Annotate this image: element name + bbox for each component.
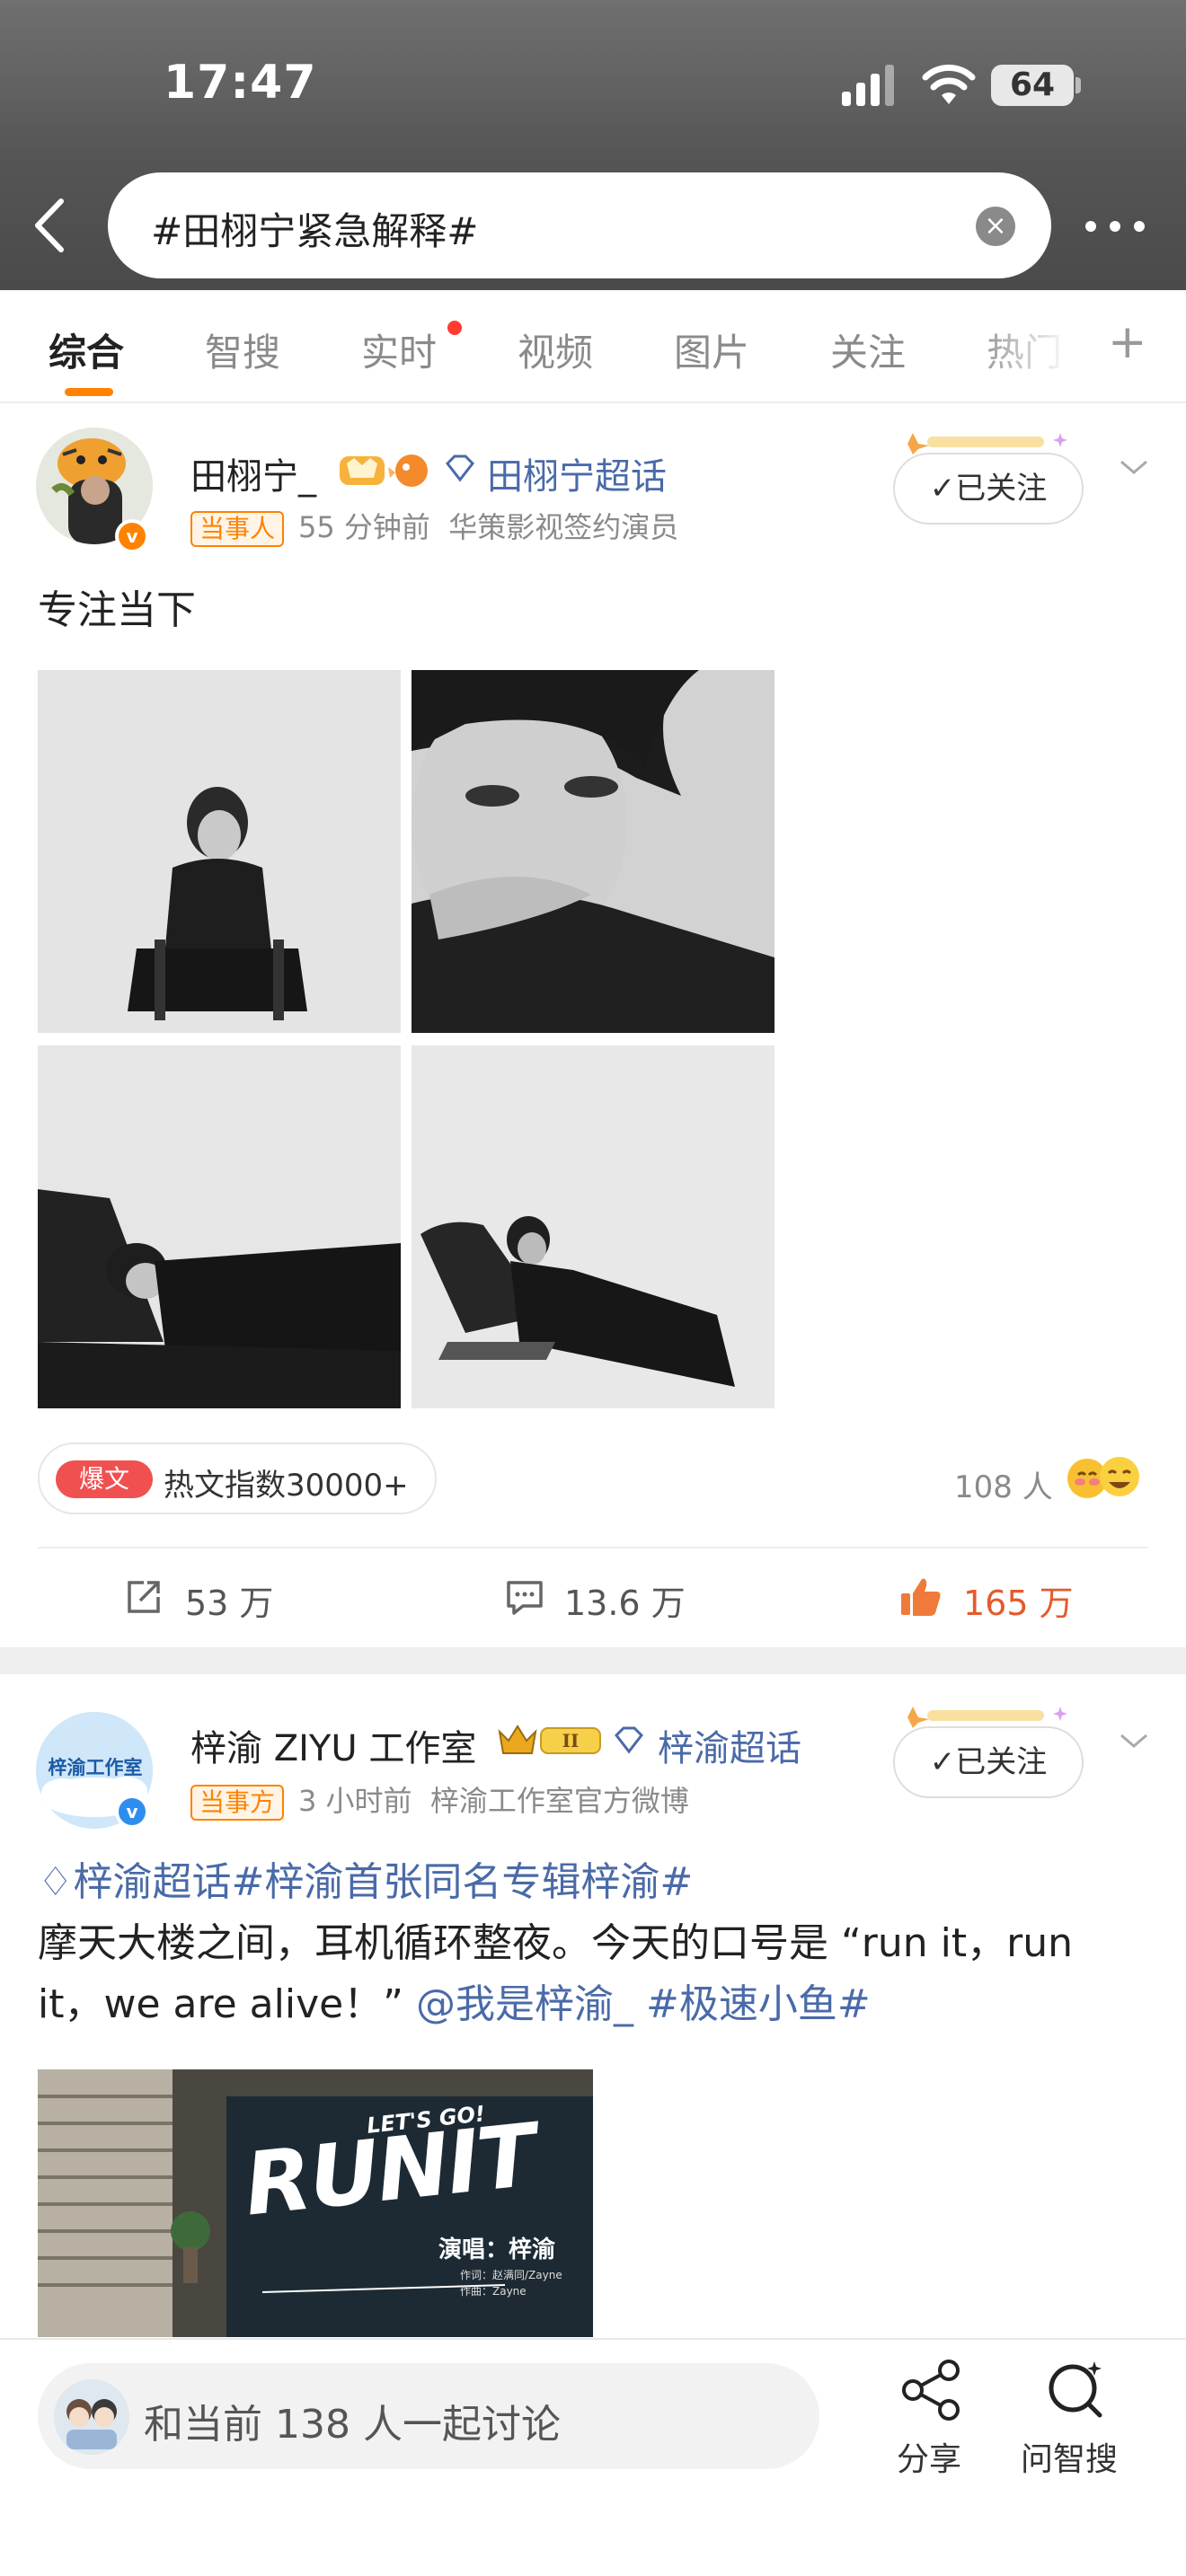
tab-bar: 综合 智搜 实时 视频 图片 关注 热门 + [0, 290, 1186, 403]
supertopic-link[interactable]: 田栩宁超话 [487, 447, 667, 499]
discussion-placeholder: 和当前 138 人一起讨论 [144, 2402, 561, 2448]
discussion-input[interactable]: 和当前 138 人一起讨论 [38, 2363, 819, 2469]
clear-icon[interactable]: × [976, 207, 1015, 246]
text-line-2: 摩天大楼之间，耳机循环整夜。今天的口号是 “run it，run [38, 1920, 1073, 1966]
follow-decoration-icon [907, 433, 1067, 454]
membership-badge-icon [340, 454, 428, 487]
repost-icon [128, 1581, 160, 1613]
reaction-emoji-icon[interactable] [1064, 1455, 1145, 1500]
role-tag: 当事人 [190, 511, 285, 547]
crown-badge-icon: II [498, 1725, 601, 1754]
diamond-icon [446, 454, 474, 482]
like-button[interactable]: 165 万 [898, 1570, 1132, 1624]
chevron-down-icon[interactable] [1118, 456, 1150, 478]
post-text: ♢梓渝超话#梓渝首张同名专辑梓渝# 摩天大楼之间，耳机循环整夜。今天的口号是 “… [38, 1852, 1152, 2035]
ai-search-icon [1049, 2361, 1102, 2418]
comment-button[interactable]: 13.6 万 [505, 1572, 774, 1623]
role-tag: 当事方 [190, 1785, 285, 1821]
thumbs-up-icon [901, 1578, 941, 1616]
header: 17:47 64 #田栩宁紧急解释# × [0, 0, 1186, 290]
mention-link[interactable]: @我是梓渝_ [416, 1981, 633, 2027]
post-time: 55 分钟前 [298, 510, 430, 544]
share-label: 分享 [897, 2441, 962, 2478]
search-input[interactable]: #田栩宁紧急解释# × [108, 172, 1051, 278]
verified-badge-icon: v [115, 1795, 149, 1829]
bottom-bar: 和当前 138 人一起讨论 分享 问智搜 [0, 2338, 1186, 2576]
post-meta: 当事人 55 分钟前 华策影视签约演员 [190, 505, 678, 547]
ask-ai-button[interactable]: 问智搜 [1021, 2358, 1137, 2483]
post-image-2[interactable] [412, 670, 774, 1033]
avatar-text: 梓渝工作室 [48, 1757, 143, 1778]
post-meta: 当事方 3 小时前 梓渝工作室官方微博 [190, 1778, 689, 1821]
topic-link[interactable]: 梓渝超话 [73, 1859, 231, 1905]
photo-closeup [412, 670, 774, 1033]
supertopic-link[interactable]: 梓渝超话 [658, 1719, 801, 1771]
follow-decoration-icon [907, 1707, 1067, 1728]
tab-fade [970, 290, 1096, 398]
post-source: 华策影视签约演员 [448, 510, 679, 544]
chevron-down-icon[interactable] [1118, 1730, 1150, 1751]
poster-singer: 演唱：梓渝 [438, 2236, 556, 2263]
tab-guanzhu[interactable]: 关注 [830, 322, 906, 377]
ask-ai-label: 问智搜 [1021, 2441, 1119, 2478]
post-separator [0, 1647, 1186, 1674]
photo-seated [38, 670, 401, 1033]
battery-cap [1075, 77, 1081, 93]
follow-button[interactable]: ✓已关注 [893, 1726, 1084, 1798]
text-line-3: it，we are alive！” @我是梓渝_ #极速小鱼# [38, 1974, 1152, 2035]
post-username[interactable]: 梓渝 ZIYU 工作室 [190, 1719, 476, 1771]
share-button[interactable]: 分享 [890, 2358, 970, 2483]
search-query: #田栩宁紧急解释# [151, 209, 479, 253]
add-tab-icon[interactable]: + [1108, 315, 1147, 369]
diamond-icon [615, 1726, 643, 1754]
post-image-4[interactable] [412, 1045, 774, 1408]
follow-label: 已关注 [955, 471, 1048, 507]
verified-badge-icon: v [115, 519, 149, 553]
tab-zonghe[interactable]: 综合 [49, 322, 124, 377]
photo-lounge-chair [412, 1045, 774, 1408]
post-source: 梓渝工作室官方微博 [429, 1784, 689, 1818]
text-line-1: ♢梓渝超话#梓渝首张同名专辑梓渝# [38, 1852, 1152, 1913]
svg-text:II: II [562, 1730, 580, 1751]
notification-dot [447, 321, 462, 335]
active-tab-indicator [65, 388, 113, 396]
photo-reclining [38, 1045, 401, 1408]
share-icon [902, 2360, 960, 2421]
tab-zhisou[interactable]: 智搜 [205, 322, 280, 377]
post-time: 3 小时前 [298, 1784, 412, 1818]
hashtag-link[interactable]: #极速小鱼# [633, 1981, 871, 2027]
post-image[interactable]: LET'S GO! RUNIT 演唱：梓渝 作词：赵满同/Zayne 作曲：Za… [38, 2069, 593, 2337]
hot-index-badge[interactable]: 爆文 热文指数30000+ [38, 1442, 437, 1514]
follow-label: 已关注 [955, 1744, 1048, 1780]
wifi-icon [922, 64, 976, 104]
post-image-1[interactable] [38, 670, 401, 1033]
post-image-3[interactable] [38, 1045, 401, 1408]
repost-button[interactable]: 53 万 [124, 1572, 394, 1623]
divider [38, 1547, 1148, 1548]
reaction-count: 108 人 [954, 1469, 1053, 1505]
diamond-inline-icon: ♢ [38, 1859, 74, 1905]
post-text: 专注当下 [38, 587, 196, 633]
battery-indicator: 64 [991, 65, 1074, 106]
text-segment: it，we are alive！” [38, 1981, 416, 2027]
hot-index-text: 热文指数30000+ [164, 1468, 409, 1504]
hot-post-badge: 爆文 [56, 1460, 153, 1498]
hashtag-link[interactable]: #梓渝首张同名专辑梓渝# [231, 1859, 693, 1905]
like-count: 165 万 [963, 1584, 1074, 1623]
comment-icon [507, 1581, 543, 1615]
participant-avatars-icon [54, 2379, 129, 2455]
poster-composer: 作曲：Zayne [460, 2285, 527, 2298]
signal-icon [842, 65, 894, 106]
poster-lyricist: 作词：赵满同/Zayne [460, 2269, 562, 2281]
tab-shishi[interactable]: 实时 [361, 322, 437, 377]
more-icon[interactable] [1084, 217, 1146, 235]
post-username[interactable]: 田栩宁_ [190, 447, 316, 499]
back-arrow-icon[interactable] [27, 194, 72, 257]
comment-count: 13.6 万 [564, 1584, 686, 1623]
follow-button[interactable]: ✓已关注 [893, 453, 1084, 525]
status-time: 17:47 [164, 56, 317, 110]
repost-count: 53 万 [185, 1584, 274, 1623]
tab-shipin[interactable]: 视频 [518, 322, 593, 377]
tab-tupian[interactable]: 图片 [674, 322, 749, 377]
